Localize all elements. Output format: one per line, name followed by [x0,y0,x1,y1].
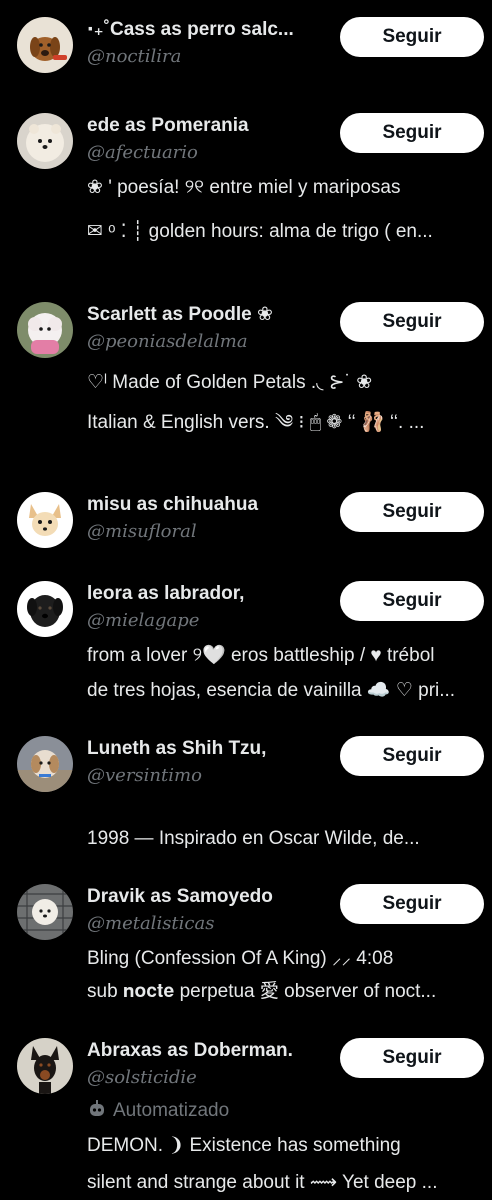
display-name[interactable]: Abraxas as Doberman. [87,1038,327,1064]
display-name[interactable]: ede as Pomerania [87,113,327,139]
bio-line: sub 𝐧𝐨𝐜𝐭𝐞 perpetua 愛 observer of noct... [87,981,437,1002]
display-name[interactable]: misu as chihuahua [87,492,327,518]
user-handle[interactable]: @solsticidie [87,1066,197,1090]
display-name[interactable]: ‧₊˚Cass as perro salc... [87,17,327,43]
pomeranian-avatar[interactable] [17,113,73,169]
samoyed-avatar[interactable] [17,884,73,940]
follow-button[interactable]: Seguir [340,581,484,621]
user-handle[interactable]: @misufloral [87,520,197,544]
user-handle[interactable]: @versintimo [87,764,202,788]
display-name[interactable]: Scarlett as Poodle ❀ [87,302,327,328]
user-handle[interactable]: @metalisticas [87,912,214,936]
follow-button[interactable]: Seguir [340,1038,484,1078]
follow-button[interactable]: Seguir [340,113,484,153]
robot-icon [90,1100,104,1116]
poodle-avatar[interactable] [17,302,73,358]
user-handle[interactable]: @noctilira [87,45,181,69]
shih-tzu-avatar[interactable] [17,736,73,792]
bio-line: silent and strange about it ⟿ Yet deep .… [87,1172,438,1193]
automated-text: Automatizado [113,1100,230,1121]
display-name[interactable]: leora as labrador, [87,581,327,607]
dachshund-avatar[interactable] [17,17,73,73]
doberman-avatar[interactable] [17,1038,73,1094]
bio-line: Bling (Confession Of A King) ⸝⸝ 4:08 [87,948,394,969]
user-handle[interactable]: @peoniasdelalma [87,330,248,354]
bio-line: ♡ˡ Made of Golden Petals .◟ ⊱˙ ❀ [87,372,373,393]
follow-button[interactable]: Seguir [340,492,484,532]
follow-button[interactable]: Seguir [340,736,484,776]
automated-label: Automatizado [87,1098,229,1124]
bio-line: 1998 — Inspirado en Oscar Wilde, de... [87,828,420,849]
user-handle[interactable]: @afectuario [87,141,198,165]
bio-line: de tres hojas, esencia de vainilla ☁️ ♡ … [87,680,456,701]
bio-line: from a lover ୨🤍 eros battleship / ♥ tréb… [87,645,435,666]
follow-button[interactable]: Seguir [340,17,484,57]
follow-button[interactable]: Seguir [340,302,484,342]
display-name[interactable]: Dravik as Samoyedo [87,884,327,910]
labrador-avatar[interactable] [17,581,73,637]
display-name[interactable]: Luneth as Shih Tzu, [87,736,327,762]
bio-line: ❀ ' poesía! ୨୧ entre miel y mariposas [87,177,401,198]
bio-line: ✉︎ ᵒ ⁚ ┊ golden hours: alma de trigo ( e… [87,221,433,242]
chihuahua-avatar[interactable] [17,492,73,548]
follow-button[interactable]: Seguir [340,884,484,924]
bio-line: DEMON. ❩ Existence has something [87,1135,401,1156]
user-handle[interactable]: @mielagape [87,609,199,633]
bio-line: Italian & English vers. ༄ ⁝ 🖱 ❁ ‘‘ 🩰 ‘‘.… [87,412,425,433]
